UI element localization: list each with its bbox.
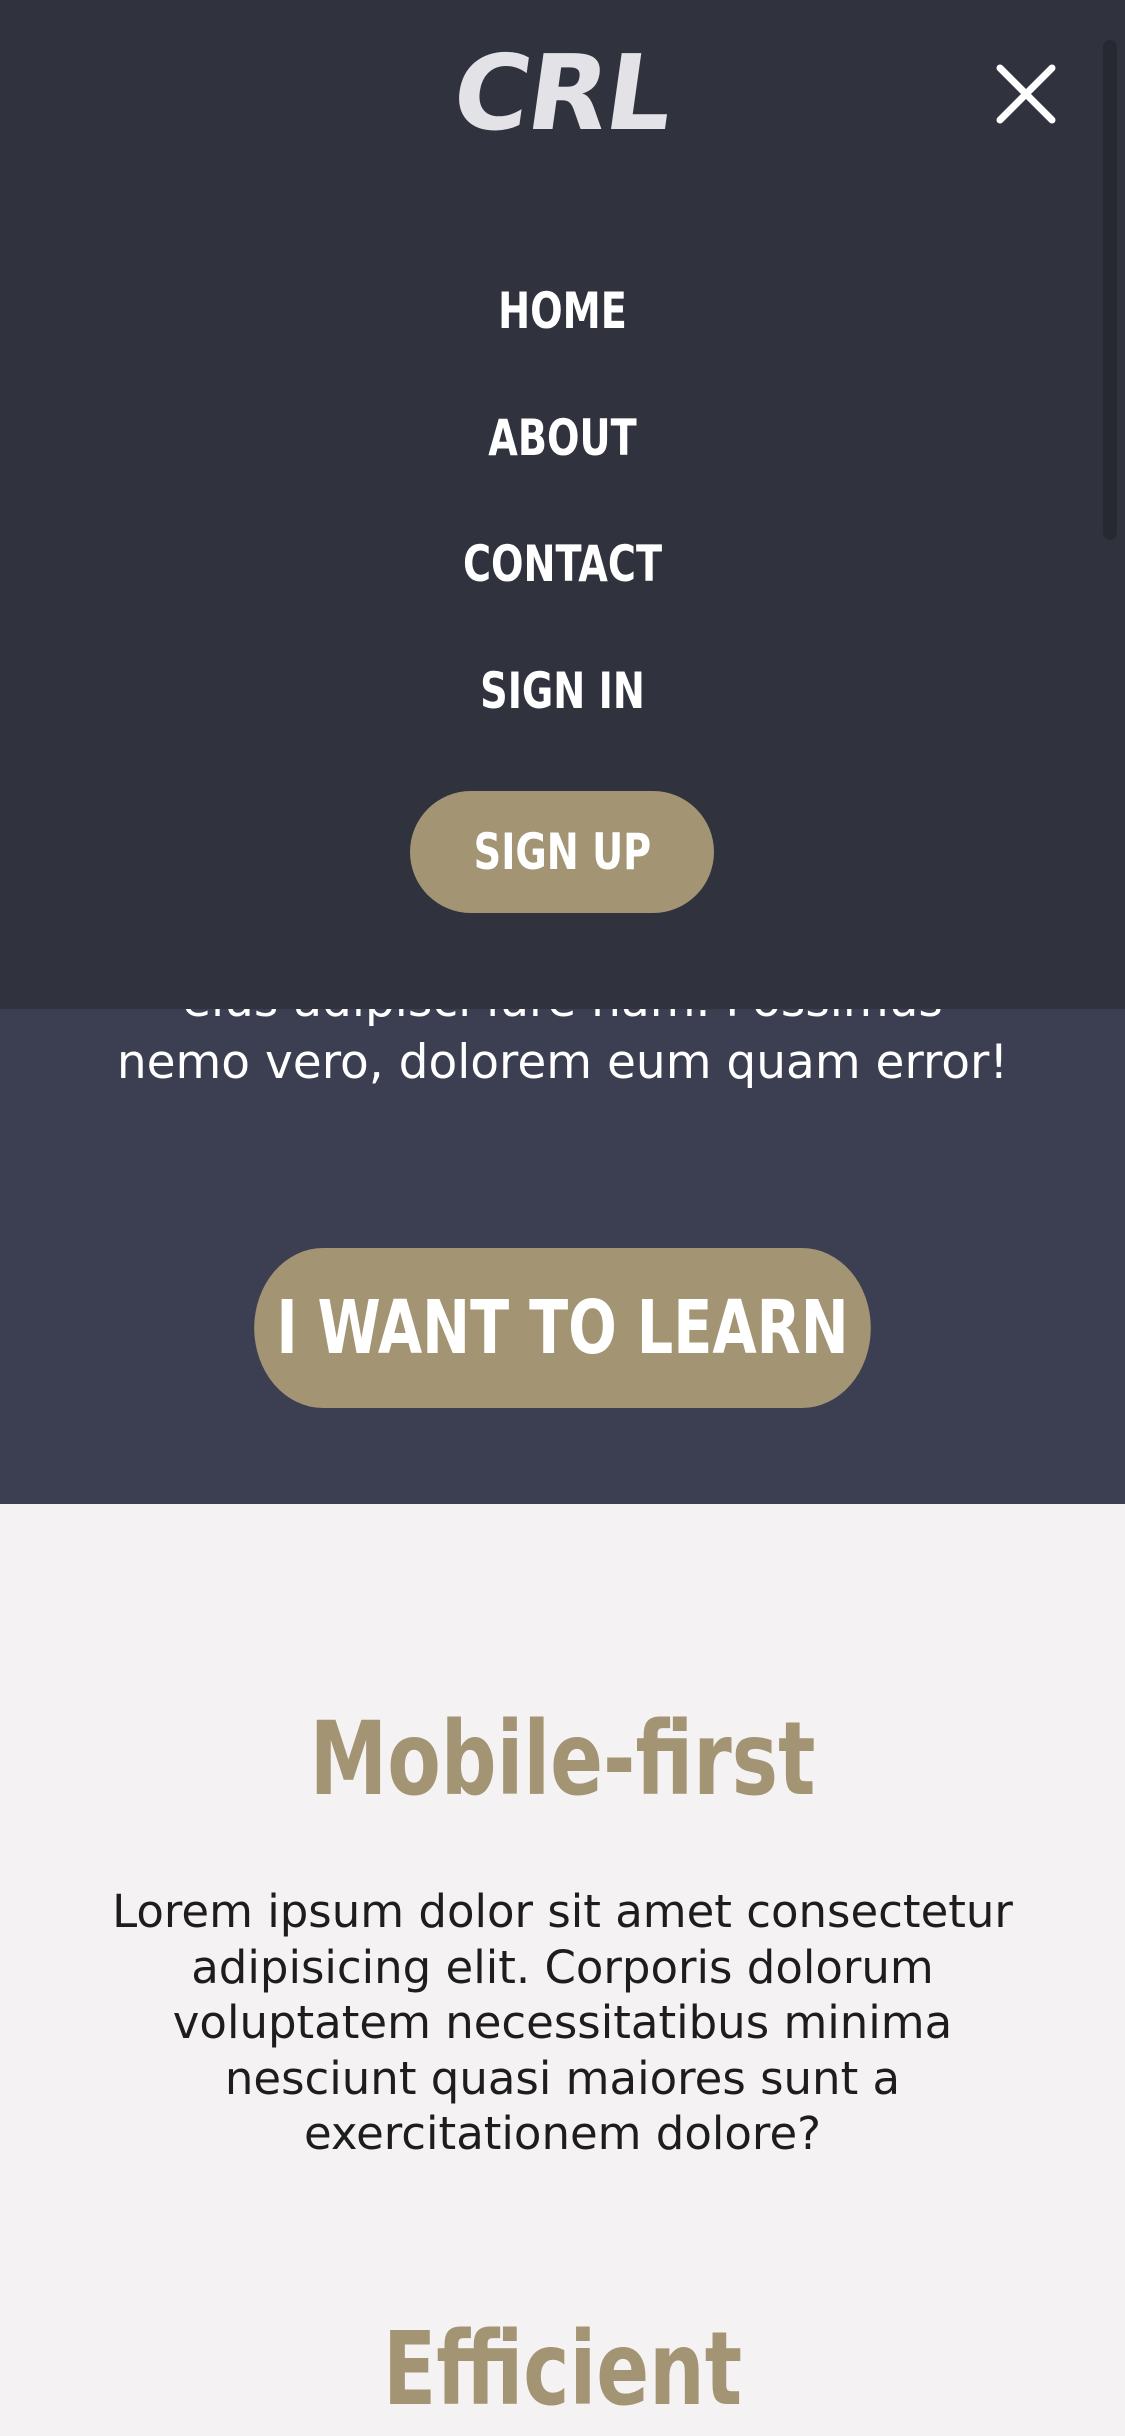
feature-text-line: exercitationem dolore? [303, 2107, 822, 2160]
feature-title-efficient: Efficient [383, 2310, 742, 2429]
nav-item-about[interactable]: ABOUT [84, 403, 1040, 473]
close-menu-button[interactable] [988, 56, 1064, 132]
sign-up-label: SIGN UP [473, 823, 651, 881]
close-icon [996, 64, 1056, 124]
nav-menu-overlay: CRL HOME ABOUT CONTACT SIGN IN SIGN UP [0, 0, 1125, 1009]
features-section: Mobile-first Lorem ipsum dolor sit amet … [0, 1504, 1125, 2436]
feature-description: Lorem ipsum dolor sit amet consectetur a… [0, 1884, 1125, 2162]
nav-item-home[interactable]: HOME [84, 276, 1040, 346]
hero-text-line: nemo vero, dolorem eum quam error! [116, 1035, 1009, 1090]
feature-text-line: nesciunt quasi maiores sunt a [224, 2051, 901, 2105]
feature-text-line: voluptatem necessitatibus minima [172, 1996, 953, 2049]
sign-up-button[interactable]: SIGN UP [410, 791, 714, 913]
logo[interactable]: CRL [0, 28, 1125, 158]
learn-cta-button[interactable]: I WANT TO LEARN [254, 1248, 871, 1408]
nav-item-sign-in[interactable]: SIGN IN [84, 656, 1040, 726]
feature-text-line: Lorem ipsum dolor sit amet consectetur [112, 1885, 1013, 1938]
feature-title-mobile-first: Mobile-first [309, 1700, 816, 1819]
nav-item-contact[interactable]: CONTACT [84, 529, 1040, 599]
feature-text-line: adipisicing elit. Corporis dolorum [191, 1940, 934, 1994]
